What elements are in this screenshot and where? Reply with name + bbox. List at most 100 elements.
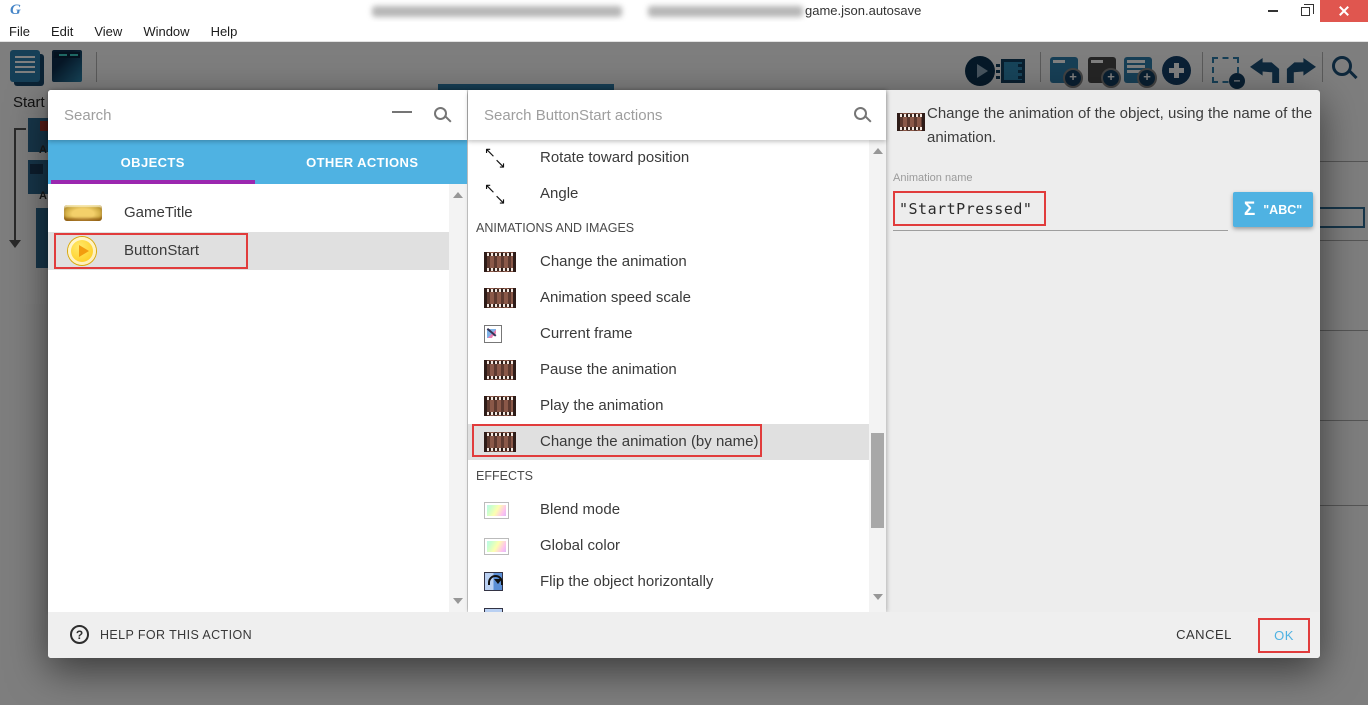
- actions-search-bar: [468, 90, 886, 140]
- rotate-arrow-icon: [484, 147, 506, 169]
- frame-icon: [484, 325, 502, 343]
- action-item[interactable]: Flip the object horizontally: [468, 564, 868, 600]
- action-label: Pause the animation: [540, 352, 677, 388]
- filter-icon[interactable]: [392, 110, 412, 122]
- action-item[interactable]: Blend mode: [468, 492, 868, 528]
- blurred-title-segment: [372, 6, 622, 17]
- animation-name-input[interactable]: [899, 193, 1042, 224]
- action-description: Change the animation of the object, usin…: [927, 102, 1317, 150]
- restore-icon: [1301, 7, 1310, 16]
- action-item[interactable]: Play the animation: [468, 388, 868, 424]
- objects-search-input[interactable]: [64, 90, 364, 140]
- highlight-box-field: [893, 191, 1046, 226]
- section-header: ANIMATIONS AND IMAGES: [468, 212, 868, 244]
- actions-search-input[interactable]: [484, 90, 824, 140]
- film-strip-icon: [484, 252, 516, 272]
- blend-mode-icon: [484, 502, 509, 519]
- action-item[interactable]: Current frame: [468, 316, 868, 352]
- scroll-up-icon[interactable]: [873, 148, 883, 154]
- object-label: ButtonStart: [124, 232, 199, 270]
- rotate-arrow-icon: [484, 183, 506, 205]
- action-label: Rotate toward position: [540, 140, 689, 176]
- action-label: Blend mode: [540, 492, 620, 528]
- film-strip-icon: [484, 396, 516, 416]
- action-item[interactable]: [468, 600, 868, 612]
- expression-editor-button[interactable]: Σ "ABC": [1233, 192, 1313, 227]
- field-label: Animation name: [893, 172, 973, 184]
- field-underline: [893, 230, 1228, 231]
- menu-window[interactable]: Window: [143, 24, 189, 39]
- tab-objects[interactable]: OBJECTS: [48, 140, 258, 184]
- scroll-down-icon[interactable]: [873, 594, 883, 600]
- action-label: Angle: [540, 176, 578, 212]
- object-item-buttonstart[interactable]: ButtonStart: [48, 232, 467, 270]
- active-tab-indicator: [51, 180, 255, 184]
- window-title: game.json.autosave: [805, 3, 921, 18]
- object-item-gametitle[interactable]: GameTitle: [48, 194, 467, 232]
- action-item[interactable]: Rotate toward position: [468, 140, 868, 176]
- objects-tabs: OBJECTS OTHER ACTIONS: [48, 140, 467, 184]
- scroll-up-icon[interactable]: [453, 192, 463, 198]
- action-label: Global color: [540, 528, 620, 564]
- section-header-label: EFFECTS: [476, 460, 533, 492]
- tab-other-actions-label: OTHER ACTIONS: [306, 155, 418, 170]
- menu-edit[interactable]: Edit: [51, 24, 73, 39]
- tab-other-actions[interactable]: OTHER ACTIONS: [258, 140, 468, 184]
- objects-panel: OBJECTS OTHER ACTIONS GameTitle ButtonSt…: [48, 90, 467, 612]
- action-item[interactable]: Change the animation: [468, 244, 868, 280]
- scrollbar-thumb[interactable]: [871, 433, 884, 528]
- restore-button[interactable]: [1290, 0, 1320, 22]
- blurred-title-segment: [648, 6, 803, 17]
- expression-button-label: "ABC": [1263, 203, 1302, 217]
- objects-scrollbar[interactable]: [449, 184, 467, 612]
- film-strip-icon: [484, 288, 516, 308]
- action-label: Change the animation: [540, 244, 687, 280]
- action-item[interactable]: Angle: [468, 176, 868, 212]
- scroll-down-icon[interactable]: [453, 598, 463, 604]
- actions-scrollbar[interactable]: [869, 140, 886, 612]
- action-label: Play the animation: [540, 388, 663, 424]
- action-item[interactable]: Animation speed scale: [468, 280, 868, 316]
- help-icon[interactable]: [70, 625, 89, 644]
- play-button-thumbnail: [68, 237, 96, 265]
- ok-button[interactable]: OK: [1258, 618, 1310, 653]
- action-label: Flip the object horizontally: [540, 564, 713, 600]
- title-bar: G game.json.autosave: [0, 0, 1368, 22]
- minimize-icon: [1268, 10, 1278, 12]
- close-icon: [1338, 5, 1350, 17]
- game-title-thumbnail: [64, 205, 102, 221]
- film-strip-icon: [897, 113, 925, 131]
- color-icon: [484, 538, 509, 555]
- cancel-button[interactable]: CANCEL: [1168, 612, 1240, 658]
- film-strip-icon: [484, 432, 516, 452]
- objects-search-bar: [48, 90, 467, 140]
- action-label: Change the animation (by name): [540, 424, 758, 460]
- menu-view[interactable]: View: [94, 24, 122, 39]
- actions-list: Rotate toward position Angle ANIMATIONS …: [468, 140, 886, 612]
- section-header: EFFECTS: [468, 460, 868, 492]
- action-label: Animation speed scale: [540, 280, 691, 316]
- gdevelop-logo-icon: G: [10, 2, 21, 19]
- minimize-button[interactable]: [1258, 0, 1288, 22]
- flip-horizontal-icon: [484, 572, 503, 591]
- dialog-footer: HELP FOR THIS ACTION CANCEL OK: [48, 612, 1320, 658]
- close-button[interactable]: [1320, 0, 1368, 22]
- action-label: Current frame: [540, 316, 633, 352]
- workspace: Start P A A: [0, 42, 1368, 705]
- application-window: G game.json.autosave File Edit View Wind…: [0, 0, 1368, 705]
- help-button[interactable]: HELP FOR THIS ACTION: [100, 612, 252, 658]
- menu-file[interactable]: File: [9, 24, 30, 39]
- menu-help[interactable]: Help: [211, 24, 238, 39]
- action-item[interactable]: Pause the animation: [468, 352, 868, 388]
- action-item[interactable]: Global color: [468, 528, 868, 564]
- tab-objects-label: OBJECTS: [121, 155, 185, 170]
- menu-bar: File Edit View Window Help: [0, 22, 1368, 42]
- film-strip-icon: [484, 360, 516, 380]
- object-label: GameTitle: [124, 194, 193, 232]
- search-icon[interactable]: [434, 107, 447, 120]
- sigma-icon: Σ: [1244, 199, 1255, 221]
- section-header-label: ANIMATIONS AND IMAGES: [476, 212, 634, 244]
- action-item-selected[interactable]: Change the animation (by name): [468, 424, 886, 460]
- action-editor-dialog: OBJECTS OTHER ACTIONS GameTitle ButtonSt…: [48, 90, 1320, 658]
- search-icon[interactable]: [854, 107, 867, 120]
